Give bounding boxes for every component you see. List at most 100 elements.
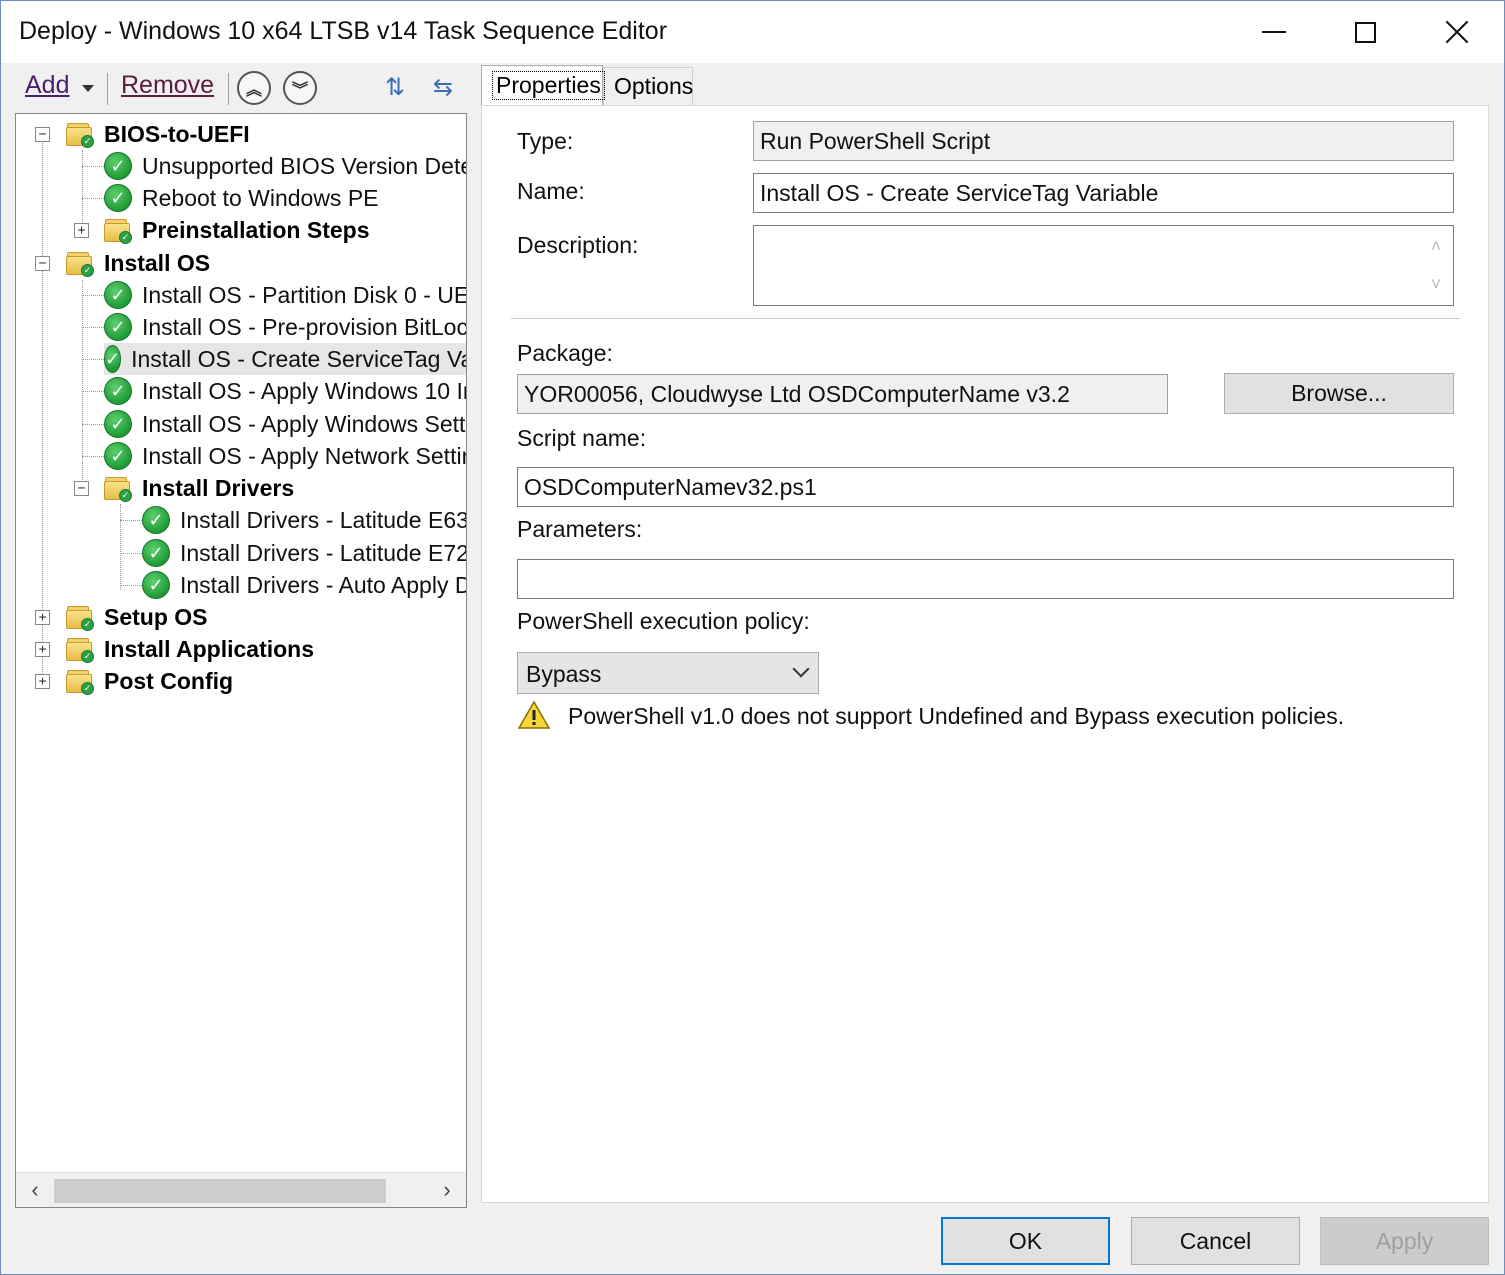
expand-icon[interactable]: + bbox=[35, 674, 50, 689]
description-label: Description: bbox=[517, 232, 639, 258]
scroll-left-icon[interactable]: ‹ bbox=[20, 1177, 50, 1203]
name-input[interactable]: Install OS - Create ServiceTag Variable bbox=[753, 173, 1454, 213]
tree-node-apply-network-settings[interactable]: ✓ Install OS - Apply Network Setting bbox=[104, 440, 466, 472]
tree-node-apply-windows-image[interactable]: ✓ Install OS - Apply Windows 10 Ima bbox=[104, 375, 466, 407]
double-chevron-up-icon: ︽ bbox=[245, 82, 262, 99]
chevron-down-icon bbox=[792, 663, 810, 681]
tab-options[interactable]: Options bbox=[603, 67, 693, 105]
collapse-icon[interactable]: − bbox=[35, 256, 50, 271]
warning-icon bbox=[517, 700, 551, 730]
tree-node-label: Install OS - Partition Disk 0 - UEFI bbox=[142, 281, 466, 308]
task-sequence-tree-panel: − ✓ BIOS-to-UEFI ✓ Unsupported BIOS Vers… bbox=[15, 113, 467, 1208]
move-down-button[interactable]: ︾ bbox=[283, 71, 317, 105]
close-icon bbox=[1444, 19, 1470, 45]
remove-button[interactable]: Remove bbox=[121, 71, 214, 100]
double-chevron-down-icon: ︾ bbox=[291, 82, 308, 99]
tree-node-drivers-e6320[interactable]: ✓ Install Drivers - Latitude E632 bbox=[142, 504, 466, 536]
task-sequence-tree[interactable]: − ✓ BIOS-to-UEFI ✓ Unsupported BIOS Vers… bbox=[16, 114, 466, 1172]
add-dropdown-caret-icon[interactable] bbox=[82, 85, 94, 92]
parameters-label: Parameters: bbox=[517, 516, 643, 542]
minimize-button[interactable] bbox=[1228, 1, 1320, 63]
cancel-button[interactable]: Cancel bbox=[1131, 1217, 1300, 1265]
tree-node-install-drivers[interactable]: − ✓ Install Drivers bbox=[16, 472, 466, 504]
tree-horizontal-scrollbar[interactable]: ‹ › bbox=[16, 1172, 466, 1207]
success-check-icon: ✓ bbox=[104, 410, 132, 438]
tree-node-apply-windows-settings[interactable]: ✓ Install OS - Apply Windows Setting bbox=[104, 408, 466, 440]
tree-node-install-applications[interactable]: + ✓ Install Applications bbox=[16, 633, 466, 665]
success-check-icon: ✓ bbox=[142, 539, 170, 567]
collapse-icon[interactable]: − bbox=[74, 481, 89, 496]
description-textarea[interactable]: ˄ ˅ bbox=[753, 225, 1454, 306]
scrollbar-thumb[interactable] bbox=[54, 1179, 386, 1203]
tree-node-post-config[interactable]: + ✓ Post Config bbox=[16, 665, 466, 697]
execution-policy-select[interactable]: Bypass bbox=[517, 652, 819, 694]
execution-policy-value: Bypass bbox=[526, 661, 602, 687]
group-folder-icon: ✓ bbox=[66, 669, 94, 695]
tree-node-setup-os[interactable]: + ✓ Setup OS bbox=[16, 601, 466, 633]
package-field: YOR00056, Cloudwyse Ltd OSDComputerName … bbox=[517, 374, 1168, 414]
ok-button[interactable]: OK bbox=[941, 1217, 1110, 1265]
description-scrollbar[interactable]: ˄ ˅ bbox=[1419, 226, 1453, 305]
warning-message: PowerShell v1.0 does not support Undefin… bbox=[568, 703, 1345, 729]
tree-node-label: BIOS-to-UEFI bbox=[104, 120, 250, 147]
tree-node-reboot-winpe[interactable]: ✓ Reboot to Windows PE bbox=[104, 182, 379, 214]
maximize-button[interactable] bbox=[1319, 1, 1411, 63]
add-button[interactable]: Add bbox=[25, 71, 69, 100]
tree-node-drivers-auto-apply[interactable]: ✓ Install Drivers - Auto Apply Dri bbox=[142, 569, 466, 601]
tree-node-preinstallation-steps[interactable]: + ✓ Preinstallation Steps bbox=[16, 214, 466, 246]
tree-connector bbox=[82, 166, 104, 167]
type-field: Run PowerShell Script bbox=[753, 121, 1454, 161]
group-folder-icon: ✓ bbox=[66, 637, 94, 663]
tree-node-create-servicetag[interactable]: ✓ Install OS - Create ServiceTag Va bbox=[104, 343, 466, 375]
tab-label: Options bbox=[614, 73, 694, 99]
tree-node-bios-to-uefi[interactable]: − ✓ BIOS-to-UEFI bbox=[16, 118, 466, 150]
tree-node-label: Install Drivers - Latitude E725 bbox=[180, 539, 466, 566]
collapse-icon[interactable]: − bbox=[35, 127, 50, 142]
tree-node-unsupported-bios[interactable]: ✓ Unsupported BIOS Version Detec bbox=[104, 150, 466, 182]
tree-connector bbox=[82, 456, 104, 457]
expand-icon[interactable]: + bbox=[35, 610, 50, 625]
apply-button[interactable]: Apply bbox=[1320, 1217, 1489, 1265]
tree-node-label: Preinstallation Steps bbox=[142, 216, 370, 243]
script-name-input[interactable]: OSDComputerNamev32.ps1 bbox=[517, 467, 1454, 507]
parameters-input[interactable] bbox=[517, 559, 1454, 599]
tree-connector bbox=[120, 520, 142, 521]
close-button[interactable] bbox=[1411, 1, 1503, 63]
tree-node-label: Unsupported BIOS Version Detec bbox=[142, 152, 466, 179]
move-up-button[interactable]: ︽ bbox=[237, 71, 271, 105]
tree-node-preprovision-bitlocker[interactable]: ✓ Install OS - Pre-provision BitLocke bbox=[104, 311, 466, 343]
execution-policy-label: PowerShell execution policy: bbox=[517, 608, 810, 634]
tree-node-label: Setup OS bbox=[104, 603, 208, 630]
expand-icon[interactable]: + bbox=[35, 642, 50, 657]
scroll-up-icon[interactable]: ˄ bbox=[1426, 236, 1446, 256]
type-label: Type: bbox=[517, 128, 574, 154]
name-label: Name: bbox=[517, 178, 585, 204]
task-sequence-editor-window: Deploy - Windows 10 x64 LTSB v14 Task Se… bbox=[0, 0, 1505, 1275]
toolbar-separator bbox=[107, 73, 108, 105]
tree-node-install-os[interactable]: − ✓ Install OS bbox=[16, 247, 466, 279]
expand-icon[interactable]: + bbox=[74, 223, 89, 238]
tree-node-drivers-e7250[interactable]: ✓ Install Drivers - Latitude E725 bbox=[142, 537, 466, 569]
tree-connector bbox=[120, 504, 121, 590]
script-name-label: Script name: bbox=[517, 425, 647, 451]
tree-node-label: Install OS - Apply Windows 10 Ima bbox=[142, 377, 466, 404]
browse-button[interactable]: Browse... bbox=[1224, 373, 1454, 414]
tab-properties[interactable]: Properties bbox=[481, 65, 605, 105]
remove-label: Remove bbox=[121, 71, 215, 99]
success-check-icon: ✓ bbox=[104, 152, 132, 180]
scroll-right-icon[interactable]: › bbox=[432, 1177, 462, 1203]
tree-node-label: Install Drivers - Auto Apply Dri bbox=[180, 571, 466, 598]
sort-icon[interactable]: ⇅ bbox=[377, 69, 413, 105]
tree-node-label: Install OS - Pre-provision BitLocke bbox=[142, 313, 466, 340]
success-check-icon: ✓ bbox=[104, 442, 132, 470]
tree-node-label: Install OS bbox=[104, 249, 211, 276]
refresh-group-icon[interactable]: ⇆ bbox=[425, 69, 461, 105]
tree-node-label: Install Drivers bbox=[142, 474, 295, 501]
tree-node-partition-disk[interactable]: ✓ Install OS - Partition Disk 0 - UEFI bbox=[104, 279, 466, 311]
success-check-icon: ✓ bbox=[142, 571, 170, 599]
tree-node-label: Install Drivers - Latitude E632 bbox=[180, 506, 466, 533]
scroll-down-icon[interactable]: ˅ bbox=[1426, 274, 1446, 294]
success-check-icon: ✓ bbox=[142, 506, 170, 534]
tree-connector bbox=[120, 585, 142, 586]
group-folder-icon: ✓ bbox=[66, 251, 94, 277]
